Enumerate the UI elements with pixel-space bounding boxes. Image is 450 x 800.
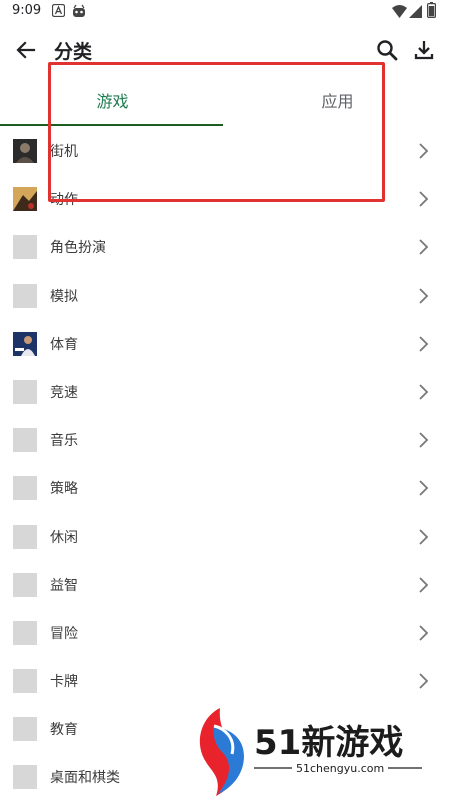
watermark-logo: 51新游戏 51chengyu.com bbox=[199, 708, 422, 796]
list-item-action[interactable]: 动作 bbox=[0, 175, 450, 223]
list-item-casual[interactable]: 休闲 bbox=[0, 513, 450, 561]
download-icon[interactable] bbox=[412, 38, 436, 62]
placeholder-thumbnail-icon bbox=[13, 524, 37, 549]
category-tabs: 游戏 应用 bbox=[0, 78, 450, 128]
list-item-sports[interactable]: 体育 bbox=[0, 320, 450, 368]
list-item-puzzle[interactable]: 益智 bbox=[0, 561, 450, 609]
notification-a-icon bbox=[52, 4, 65, 17]
list-item-strategy[interactable]: 策略 bbox=[0, 464, 450, 512]
status-time: 9:09 bbox=[12, 3, 42, 18]
list-item-label: 动作 bbox=[50, 192, 78, 209]
chevron-right-icon bbox=[419, 239, 429, 256]
list-item-label: 冒险 bbox=[50, 625, 78, 642]
chevron-right-icon bbox=[419, 528, 429, 545]
placeholder-thumbnail-icon bbox=[13, 572, 37, 597]
wifi-icon bbox=[392, 5, 407, 18]
placeholder-thumbnail-icon bbox=[13, 283, 37, 308]
chevron-right-icon bbox=[419, 287, 429, 304]
tab-games[interactable]: 游戏 bbox=[0, 78, 225, 128]
list-item-label: 卡牌 bbox=[50, 674, 78, 691]
list-item-label: 休闲 bbox=[50, 529, 78, 546]
placeholder-thumbnail-icon bbox=[13, 765, 37, 790]
placeholder-thumbnail-icon bbox=[13, 235, 37, 260]
svg-text:51chengyu.com: 51chengyu.com bbox=[296, 762, 384, 775]
placeholder-thumbnail-icon bbox=[13, 717, 37, 742]
list-item-arcade[interactable]: 街机 bbox=[0, 127, 450, 175]
list-item-label: 竞速 bbox=[50, 384, 78, 401]
category-list: 街机 动作 角色扮演 模拟 体育 竞速 音乐 策略 休闲 益智 冒险 卡牌 教育… bbox=[0, 127, 450, 800]
chevron-right-icon bbox=[419, 625, 429, 641]
chevron-right-icon bbox=[419, 336, 429, 352]
arrow-back-icon[interactable] bbox=[14, 38, 38, 62]
battery-icon bbox=[427, 2, 436, 18]
chevron-right-icon bbox=[419, 577, 429, 593]
sports-thumbnail-icon bbox=[13, 331, 37, 356]
status-bar: 9:09 bbox=[0, 0, 450, 24]
list-item-label: 桌面和棋类 bbox=[50, 770, 120, 787]
svg-text:51新游戏: 51新游戏 bbox=[254, 723, 403, 763]
chevron-right-icon bbox=[419, 384, 429, 400]
placeholder-thumbnail-icon bbox=[13, 476, 37, 501]
list-item-music[interactable]: 音乐 bbox=[0, 416, 450, 464]
placeholder-thumbnail-icon bbox=[13, 620, 37, 645]
list-item-label: 角色扮演 bbox=[50, 240, 106, 257]
signal-icon bbox=[409, 5, 422, 18]
placeholder-thumbnail-icon bbox=[13, 428, 37, 453]
list-item-label: 益智 bbox=[50, 577, 78, 594]
action-thumbnail-icon bbox=[13, 187, 37, 212]
list-item-racing[interactable]: 竞速 bbox=[0, 368, 450, 416]
chevron-right-icon bbox=[419, 432, 429, 448]
placeholder-thumbnail-icon bbox=[13, 669, 37, 694]
list-item-adventure[interactable]: 冒险 bbox=[0, 609, 450, 657]
list-item-label: 策略 bbox=[50, 481, 78, 498]
list-item-simulation[interactable]: 模拟 bbox=[0, 272, 450, 320]
search-icon[interactable] bbox=[375, 38, 399, 62]
list-item-label: 模拟 bbox=[50, 288, 78, 305]
list-item-label: 街机 bbox=[50, 144, 78, 160]
robot-icon bbox=[73, 4, 85, 17]
page-title: 分类 bbox=[54, 41, 93, 63]
list-item-label: 体育 bbox=[50, 336, 78, 353]
chevron-right-icon bbox=[419, 191, 429, 207]
list-item-label: 音乐 bbox=[50, 433, 78, 450]
tab-indicator bbox=[0, 124, 223, 126]
chevron-right-icon bbox=[419, 673, 429, 689]
list-item-card[interactable]: 卡牌 bbox=[0, 657, 450, 705]
list-item-label: 教育 bbox=[50, 722, 78, 739]
placeholder-thumbnail-icon bbox=[13, 379, 37, 404]
tab-apps[interactable]: 应用 bbox=[225, 78, 450, 128]
chevron-right-icon bbox=[419, 480, 429, 496]
toolbar: 分类 bbox=[0, 28, 450, 72]
arcade-thumbnail-icon bbox=[13, 139, 37, 163]
list-item-role-playing[interactable]: 角色扮演 bbox=[0, 223, 450, 271]
chevron-right-icon bbox=[419, 143, 429, 159]
